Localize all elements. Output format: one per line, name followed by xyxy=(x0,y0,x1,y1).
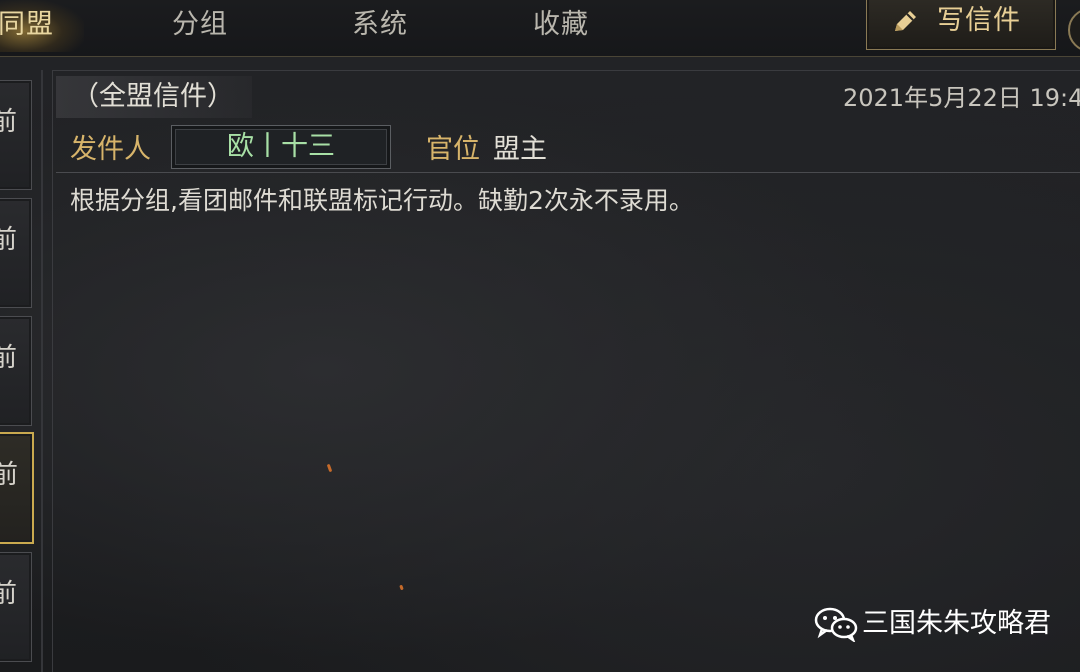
rank-value: 盟主 xyxy=(493,134,547,165)
wechat-icon xyxy=(814,607,858,642)
mail-list-item-label: 前 xyxy=(0,343,18,373)
mail-screen: 同盟 分组 系统 收藏 写信件 前 前 前 前 前 （全盟信件） 2021年5月… xyxy=(0,0,1080,672)
menu-button[interactable] xyxy=(1068,8,1080,52)
tab-system[interactable]: 系统 xyxy=(352,0,408,52)
sender-label: 发件人 xyxy=(70,134,151,165)
write-mail-button[interactable]: 写信件 xyxy=(866,0,1056,50)
write-mail-label: 写信件 xyxy=(937,5,1021,36)
mail-list-item[interactable]: 前 xyxy=(0,80,32,190)
mail-title: （全盟信件） xyxy=(56,76,252,118)
tab-alliance[interactable]: 同盟 xyxy=(0,0,84,52)
mail-date: 2021年5月22日 19:4 xyxy=(843,84,1080,112)
mail-list-item[interactable]: 前 xyxy=(0,198,32,308)
mail-list-item-label: 前 xyxy=(0,225,18,255)
tab-group[interactable]: 分组 xyxy=(172,0,228,52)
mail-list-item[interactable]: 前 xyxy=(0,552,32,662)
mail-list-item-label: 前 xyxy=(0,107,18,137)
mail-list-item-label: 前 xyxy=(0,579,18,609)
mail-list-item[interactable]: 前 xyxy=(0,316,32,426)
mail-tab-bar: 同盟 分组 系统 收藏 写信件 xyxy=(0,0,1080,57)
sender-name[interactable]: 欧丨十三 xyxy=(171,125,391,169)
header-divider xyxy=(56,172,1080,173)
mail-body: 根据分组,看团邮件和联盟标记行动。缺勤2次永不录用。 xyxy=(70,186,694,215)
mail-list-item-selected[interactable]: 前 xyxy=(0,432,34,544)
mail-list-item-label: 前 xyxy=(0,460,19,490)
rank-label: 官位 xyxy=(426,134,480,165)
rail-divider xyxy=(41,70,43,672)
pencil-icon xyxy=(895,11,916,31)
tab-favorites[interactable]: 收藏 xyxy=(533,0,589,52)
watermark-text: 三国朱朱攻略君 xyxy=(862,608,1051,639)
